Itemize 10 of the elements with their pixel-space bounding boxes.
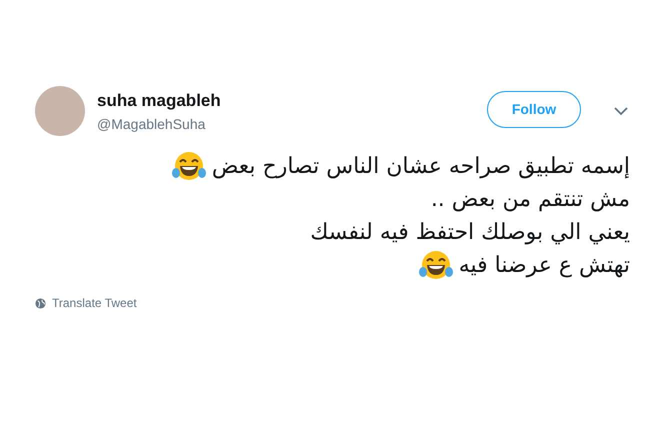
translate-tweet-link[interactable]: Translate Tweet bbox=[52, 296, 137, 310]
author-name[interactable]: suha magableh bbox=[97, 90, 487, 110]
tweet-text-line: يعني الي بوصلك احتفظ فيه لنفسك bbox=[310, 220, 630, 245]
globe-icon bbox=[35, 298, 46, 308]
author-handle[interactable]: @MagablehSuha bbox=[97, 116, 487, 132]
follow-button[interactable]: Follow bbox=[487, 90, 581, 128]
tweet-text-line: تهتش ع عرضنا فيه bbox=[458, 253, 630, 278]
tweet-text-line: إسمه تطبيق صراحه عشان الناس تصارح بعض bbox=[212, 154, 630, 179]
chevron-down-icon[interactable] bbox=[614, 106, 628, 116]
tweet-text-line: مش تنتقم من بعض .. bbox=[430, 187, 630, 212]
